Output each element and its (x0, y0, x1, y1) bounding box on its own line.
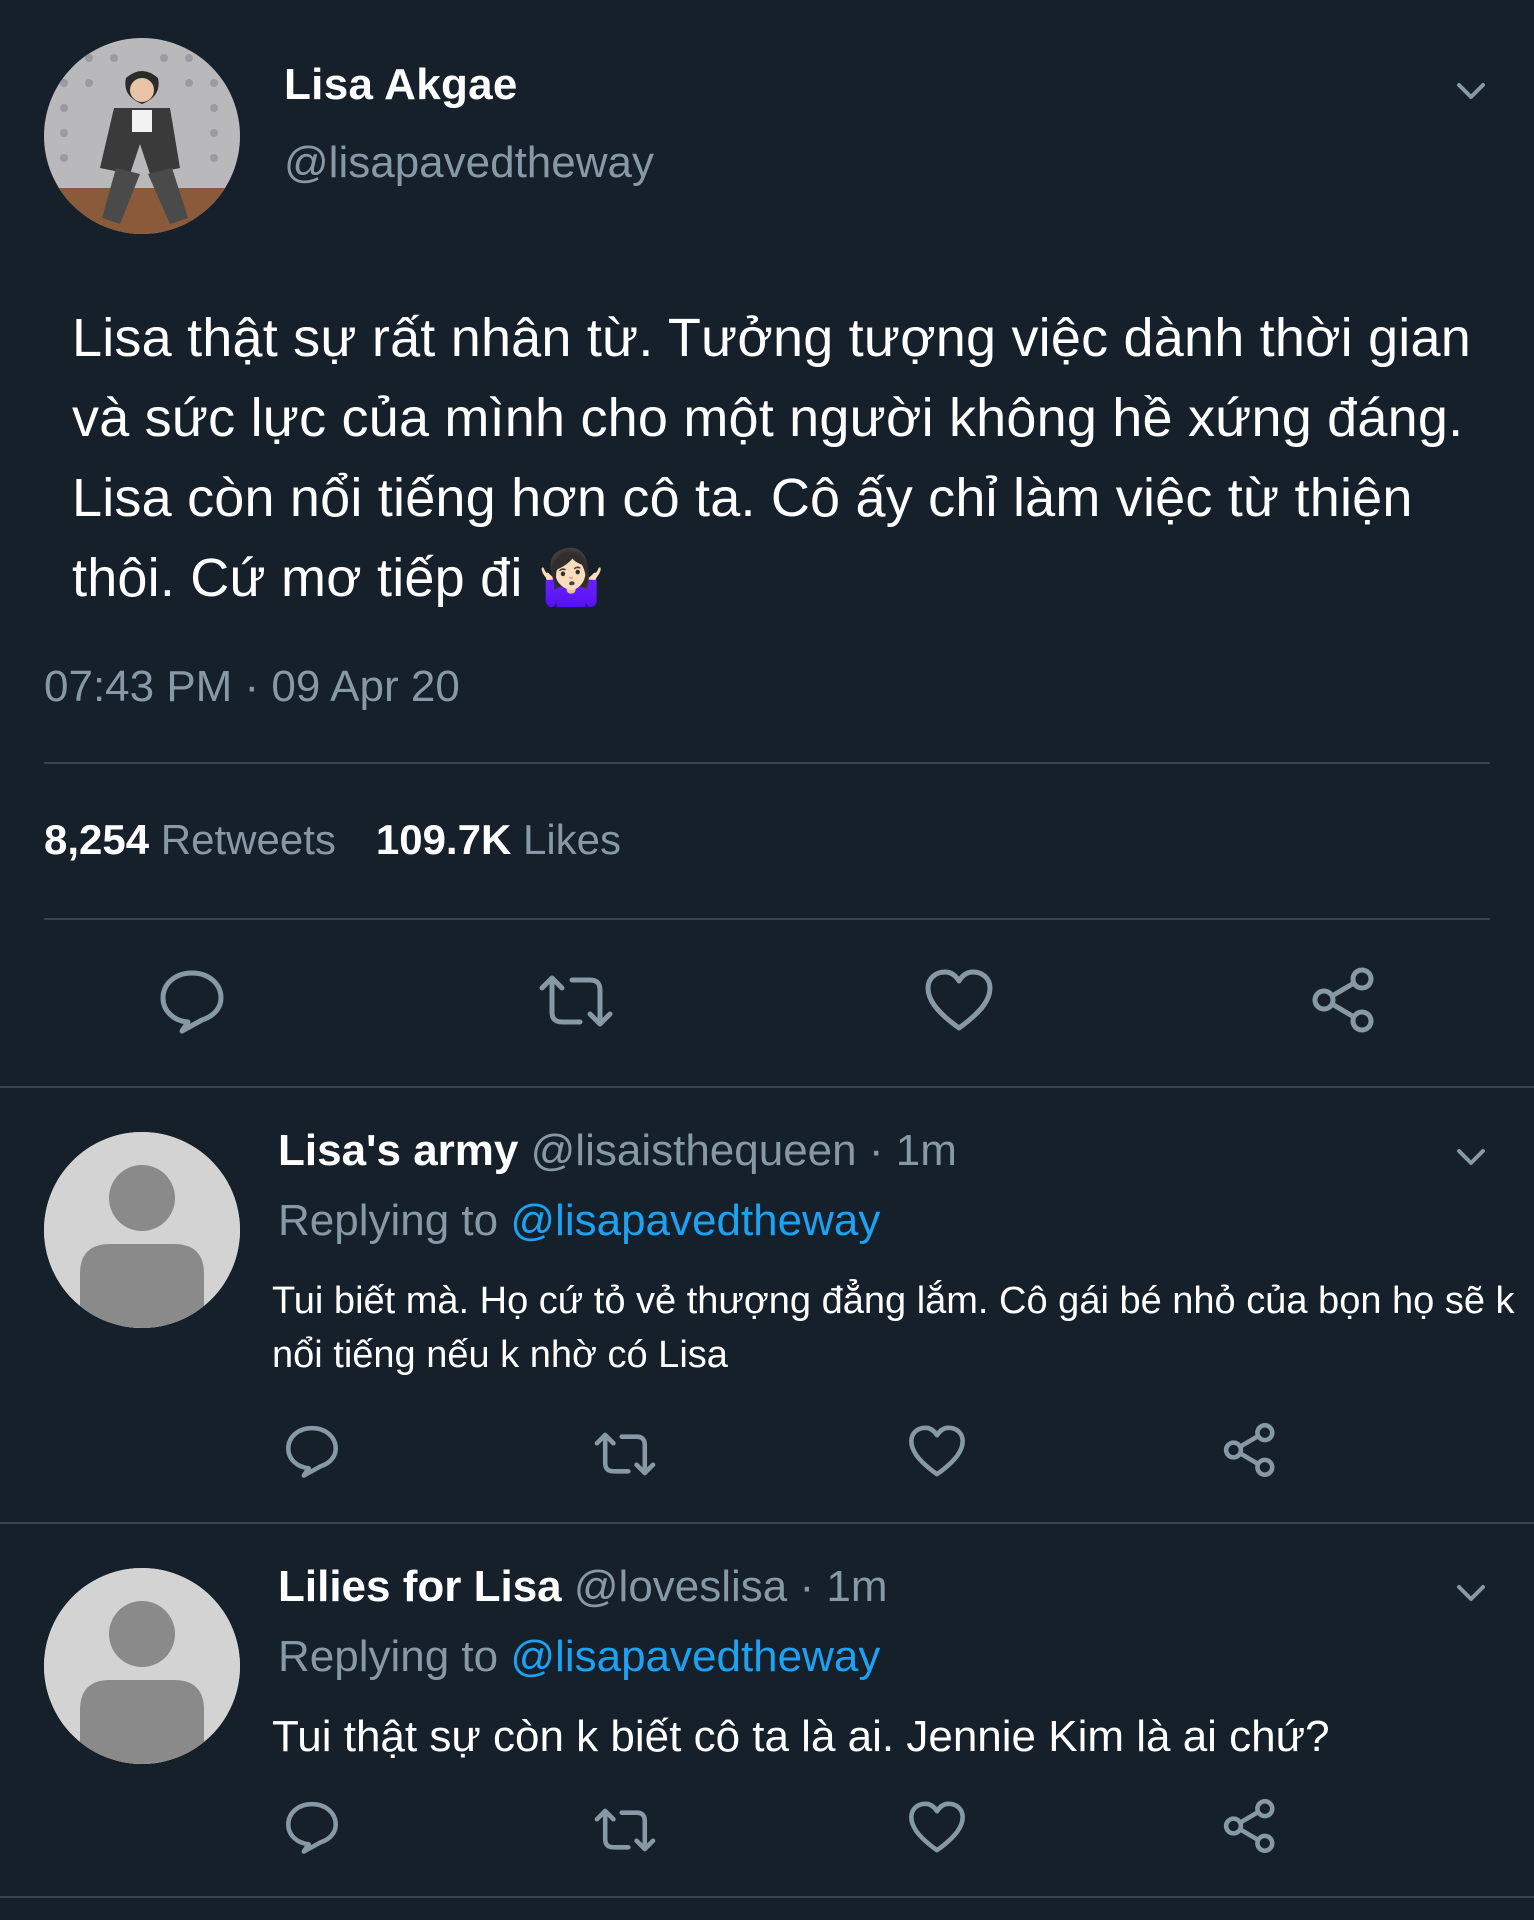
reply-avatar[interactable] (44, 1568, 240, 1764)
reply-avatar[interactable] (44, 1132, 240, 1328)
heart-icon[interactable] (924, 968, 994, 1032)
share-icon[interactable] (1222, 1798, 1278, 1854)
reply-handle[interactable]: @lisaisthequeen (531, 1126, 857, 1175)
main-tweet-display-name[interactable]: Lisa Akgae (284, 60, 518, 110)
share-icon[interactable] (1222, 1422, 1278, 1478)
main-tweet-timestamp[interactable]: 07:43 PM · 09 Apr 20 (44, 662, 460, 712)
chevron-down-icon[interactable] (1454, 74, 1488, 108)
chevron-down-icon[interactable] (1454, 1140, 1488, 1174)
heart-icon[interactable] (908, 1424, 966, 1478)
chevron-down-icon[interactable] (1454, 1576, 1488, 1610)
reply-display-name[interactable]: Lisa's army (278, 1126, 518, 1175)
divider (44, 762, 1490, 764)
reply-text: Tui thật sự còn k biết cô ta là ai. Jenn… (272, 1712, 1330, 1761)
heart-icon[interactable] (908, 1800, 966, 1854)
replying-to: Replying to @lisapavedtheway (278, 1632, 880, 1682)
likes-label: Likes (522, 816, 622, 863)
replying-to-label: Replying to (278, 1196, 499, 1245)
divider (0, 1086, 1534, 1088)
reply-text: Tui biết mà. Họ cứ tỏ vẻ thượng đẳng lắm… (272, 1280, 1515, 1376)
divider (0, 1896, 1534, 1898)
reply-icon[interactable] (284, 1800, 340, 1854)
reply-time[interactable]: · 1m (869, 1126, 957, 1175)
retweets-label: Retweets (160, 816, 336, 863)
replying-to-label: Replying to (278, 1632, 499, 1681)
replying-to-handle[interactable]: @lisapavedtheway (510, 1196, 880, 1245)
divider (44, 918, 1490, 920)
divider (0, 1522, 1534, 1524)
replying-to-handle[interactable]: @lisapavedtheway (510, 1632, 880, 1681)
retweets-stat[interactable]: 8,254 Retweets (44, 816, 336, 863)
reply-icon[interactable] (158, 968, 226, 1034)
reply-display-name[interactable]: Lilies for Lisa (278, 1562, 562, 1611)
reply-author: Lilies for Lisa @loveslisa · 1m (278, 1562, 888, 1612)
reply-time[interactable]: · 1m (800, 1562, 888, 1611)
reply-handle[interactable]: @loveslisa (574, 1562, 787, 1611)
retweet-icon[interactable] (536, 970, 616, 1032)
tweet-stats: 8,254 Retweets 109.7K Likes (44, 816, 621, 864)
share-icon[interactable] (1310, 966, 1378, 1034)
replying-to: Replying to @lisapavedtheway (278, 1196, 880, 1246)
main-tweet-handle[interactable]: @lisapavedtheway (284, 138, 654, 188)
retweets-count: 8,254 (44, 816, 150, 863)
shrug-emoji: 🤷🏻‍♀️ (537, 548, 606, 608)
reply-icon[interactable] (284, 1424, 340, 1478)
retweet-icon[interactable] (592, 1804, 658, 1856)
main-tweet-text: Lisa thật sự rất nhân từ. Tưởng tượng vi… (72, 298, 1492, 618)
reply-author: Lisa's army @lisaisthequeen · 1m (278, 1126, 957, 1176)
retweet-icon[interactable] (592, 1428, 658, 1480)
likes-stat[interactable]: 109.7K Likes (376, 816, 621, 863)
likes-count: 109.7K (375, 816, 512, 863)
main-tweet-text-body: Lisa thật sự rất nhân từ. Tưởng tượng vi… (72, 308, 1471, 608)
main-tweet-avatar[interactable] (44, 38, 240, 234)
